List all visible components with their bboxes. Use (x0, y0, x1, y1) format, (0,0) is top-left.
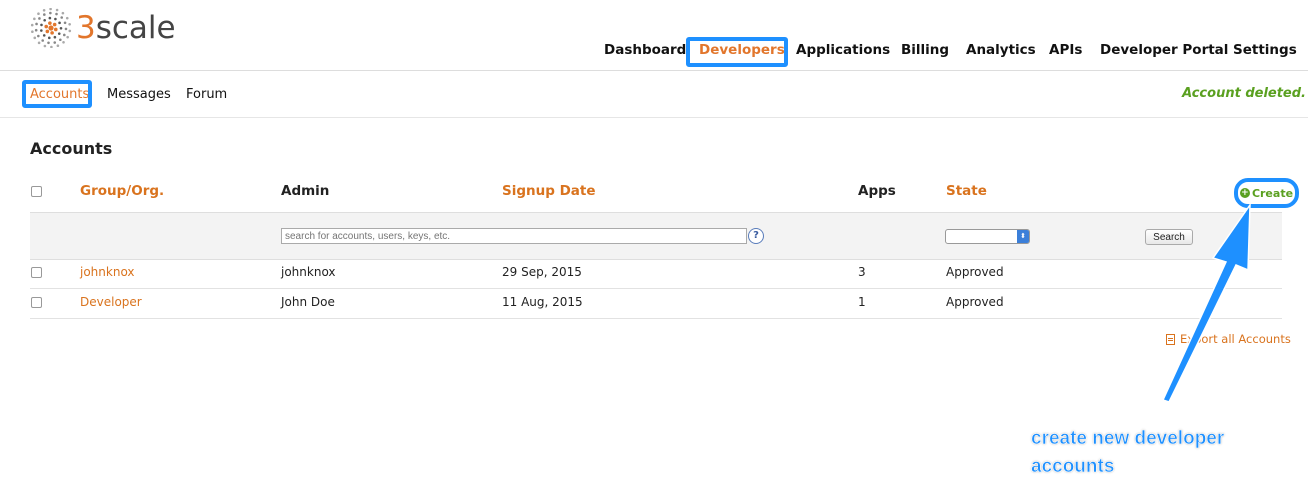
annotation-callout: create new developer accounts (1031, 425, 1281, 481)
annotation-arrow (1161, 202, 1251, 403)
annotation-line-1: create new developer (1031, 428, 1225, 450)
